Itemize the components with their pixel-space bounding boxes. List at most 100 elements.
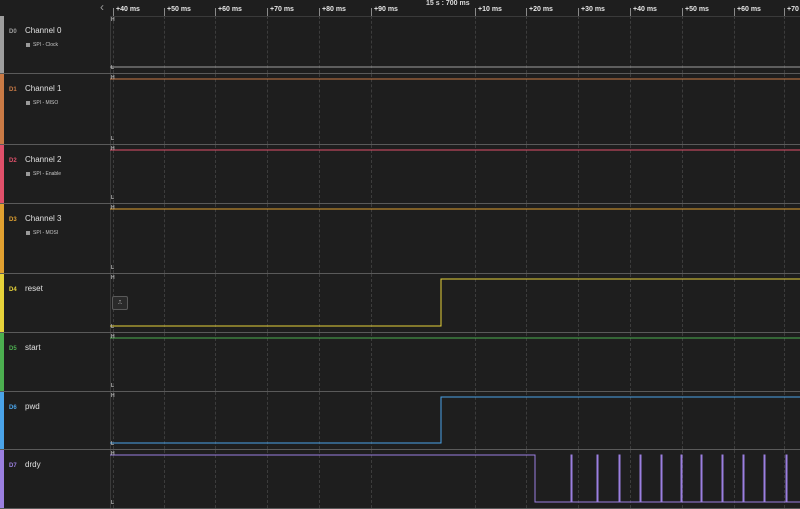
level-high-label: H [111,393,115,399]
time-tick-mark [682,8,683,16]
channel-name[interactable]: pwd [25,402,40,411]
channel-row-d1[interactable]: D1 Channel 1 SPI - MISO H L [0,74,800,145]
waveform-svg [110,208,800,210]
channel-name[interactable]: reset [25,284,43,293]
time-tick-label: +90 ms [374,6,398,13]
waveform-plot[interactable] [110,16,800,73]
channel-number: D7 [9,463,17,469]
waveform-trace [110,396,800,444]
time-tick-mark [267,8,268,16]
waveform-plot[interactable] [110,145,800,203]
time-tick-mark [526,8,527,16]
channel-row-d4[interactable]: D4 reset H L ⎍ [0,274,800,333]
time-tick-mark [578,8,579,16]
channel-label-area[interactable]: D4 reset [4,274,111,332]
channel-row-d6[interactable]: D6 pwd H L [0,392,800,450]
analyzer-tag[interactable]: SPI - Clock [26,42,58,48]
analyzer-label: SPI - MOSI [33,230,59,236]
time-tick-label: +20 ms [529,6,553,13]
channel-name[interactable]: start [25,343,41,352]
level-high-label: H [111,146,115,152]
analyzer-tag[interactable]: SPI - MOSI [26,230,58,236]
analyzer-square-icon [26,100,30,105]
channel-row-d3[interactable]: D3 Channel 3 SPI - MOSI H L [0,204,800,274]
level-high-label: H [111,17,115,23]
channel-number: D0 [9,29,17,35]
channel-row-d7[interactable]: D7 drdy H L [0,450,800,509]
level-high-label: H [111,451,115,457]
channel-number: D4 [9,287,17,293]
channel-label-area[interactable]: D2 Channel 2 SPI - Enable [4,145,111,203]
channel-row-d5[interactable]: D5 start H L [0,333,800,392]
channel-row-d2[interactable]: D2 Channel 2 SPI - Enable H L [0,145,800,204]
analyzer-label: SPI - Clock [33,42,59,48]
waveform-svg [110,278,800,327]
waveform-trace [110,278,800,327]
channel-name[interactable]: drdy [25,460,41,469]
level-low-label: L [111,324,115,330]
waveform-plot[interactable] [110,333,800,391]
waveform-svg [110,337,800,339]
waveform-plot[interactable] [110,204,800,273]
time-ruler[interactable]: ‹ 15 s : 700 ms +40 ms +50 ms +60 ms +70 ms… [0,0,800,17]
level-high-label: H [111,334,115,340]
measure-icon[interactable]: ⎍ [112,296,128,310]
analyzer-tag[interactable]: SPI - Enable [26,171,61,177]
time-tick-mark [319,8,320,16]
level-low-label: L [111,265,115,271]
channel-row-d0[interactable]: D0 Channel 0 SPI - Clock H L [0,16,800,74]
level-low-label: L [111,500,115,506]
level-high-label: H [111,275,115,281]
level-low-label: L [111,65,115,71]
time-tick-label: +60 ms [737,6,761,13]
channel-name[interactable]: Channel 3 [25,214,61,223]
level-low-label: L [111,136,115,142]
level-low-label: L [111,441,115,447]
channel-label-area[interactable]: D3 Channel 3 SPI - MOSI [4,204,111,273]
channel-label-area[interactable]: D6 pwd [4,392,111,449]
channel-name[interactable]: Channel 2 [25,155,61,164]
waveform-svg [110,149,800,151]
channel-number: D3 [9,217,17,223]
analyzer-label: SPI - Enable [33,171,62,177]
time-tick-mark [784,8,785,16]
analyzer-square-icon [26,171,30,176]
time-tick-label: +40 ms [633,6,657,13]
time-tick-label: +30 ms [581,6,605,13]
waveform-svg [110,66,800,68]
time-tick-label: +10 ms [478,6,502,13]
channel-label-area[interactable]: D7 drdy [4,450,111,508]
channel-number: D5 [9,346,17,352]
level-low-label: L [111,195,115,201]
time-tick-label: +70 ms [270,6,294,13]
time-tick-mark [475,8,476,16]
logic-analyzer-view: ‹ 15 s : 700 ms +40 ms +50 ms +60 ms +70 ms… [0,0,800,509]
time-tick-label: +80 ms [322,6,346,13]
channel-label-area[interactable]: D5 start [4,333,111,391]
channel-label-area[interactable]: D0 Channel 0 SPI - Clock [4,16,111,73]
time-tick-mark [164,8,165,16]
waveform-plot[interactable] [110,274,800,332]
waveform-svg [110,396,800,444]
waveform-plot[interactable] [110,392,800,449]
time-tick-mark [630,8,631,16]
analyzer-square-icon [26,230,30,235]
time-tick-mark [113,8,114,16]
level-high-label: H [111,205,115,211]
channel-name[interactable]: Channel 1 [25,84,61,93]
time-tick-mark [371,8,372,16]
time-tick-label: +50 ms [685,6,709,13]
analyzer-tag[interactable]: SPI - MISO [26,100,58,106]
waveform-svg [110,454,800,503]
time-tick-label: +70 ms [787,6,800,13]
waveform-plot[interactable] [110,74,800,144]
waveform-plot[interactable] [110,450,800,508]
channel-label-area[interactable]: D1 Channel 1 SPI - MISO [4,74,111,144]
time-tick-label: +60 ms [218,6,242,13]
channel-number: D6 [9,405,17,411]
channel-number: D2 [9,158,17,164]
center-time-label: 15 s : 700 ms [426,0,470,7]
time-tick-label: +40 ms [116,6,140,13]
chevron-left-icon[interactable]: ‹ [96,0,108,14]
channel-name[interactable]: Channel 0 [25,26,61,35]
